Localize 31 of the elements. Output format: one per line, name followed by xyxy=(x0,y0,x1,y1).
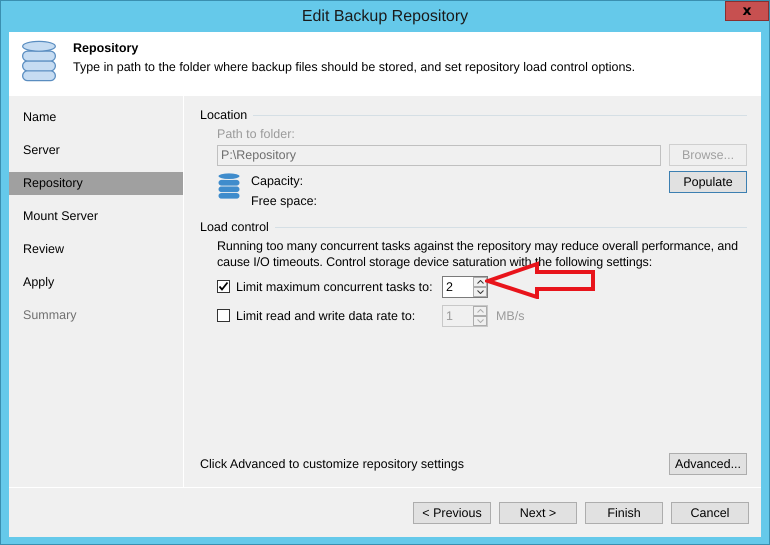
page-description: Type in path to the folder where backup files should be stored, and set repository load control options. xyxy=(73,60,636,74)
checkbox[interactable] xyxy=(217,280,230,293)
window-title: Edit Backup Repository xyxy=(302,8,468,26)
previous-button[interactable]: < Previous xyxy=(413,502,491,524)
number-spinner[interactable]: 2 xyxy=(442,276,488,298)
section-heading: Load control xyxy=(200,220,269,234)
wizard-step[interactable]: Server xyxy=(9,139,183,162)
section-heading: Location xyxy=(200,108,248,122)
unit-label: MB/s xyxy=(496,308,524,322)
close-button[interactable]: x xyxy=(725,1,769,21)
free-space-label: Free space: xyxy=(251,194,318,208)
cancel-button[interactable]: Cancel xyxy=(671,502,749,524)
finish-button[interactable]: Finish xyxy=(585,502,663,524)
checkbox[interactable] xyxy=(217,309,230,322)
next-button[interactable]: Next > xyxy=(499,502,577,524)
wizard-step[interactable]: Name xyxy=(9,106,183,129)
down-chevron-icon[interactable] xyxy=(476,290,484,294)
wizard-step[interactable]: Review xyxy=(9,238,183,261)
page-title: Repository xyxy=(73,41,140,55)
wizard-step[interactable]: Apply xyxy=(9,271,183,294)
field-label: Path to folder: xyxy=(217,127,296,141)
hint-text: Click Advanced to customize repository settings xyxy=(200,457,464,471)
capacity-label: Capacity: xyxy=(251,174,304,188)
wizard-step[interactable]: Repository xyxy=(9,172,183,195)
up-chevron-icon[interactable] xyxy=(476,280,484,284)
option-label: Limit maximum concurrent tasks to: xyxy=(236,280,434,294)
storage-icon xyxy=(217,171,241,201)
option-label: Limit read and write data rate to: xyxy=(236,308,416,322)
advanced-button[interactable]: Advanced... xyxy=(669,453,747,475)
database-icon xyxy=(21,38,57,84)
wizard-step[interactable]: Mount Server xyxy=(9,205,183,228)
